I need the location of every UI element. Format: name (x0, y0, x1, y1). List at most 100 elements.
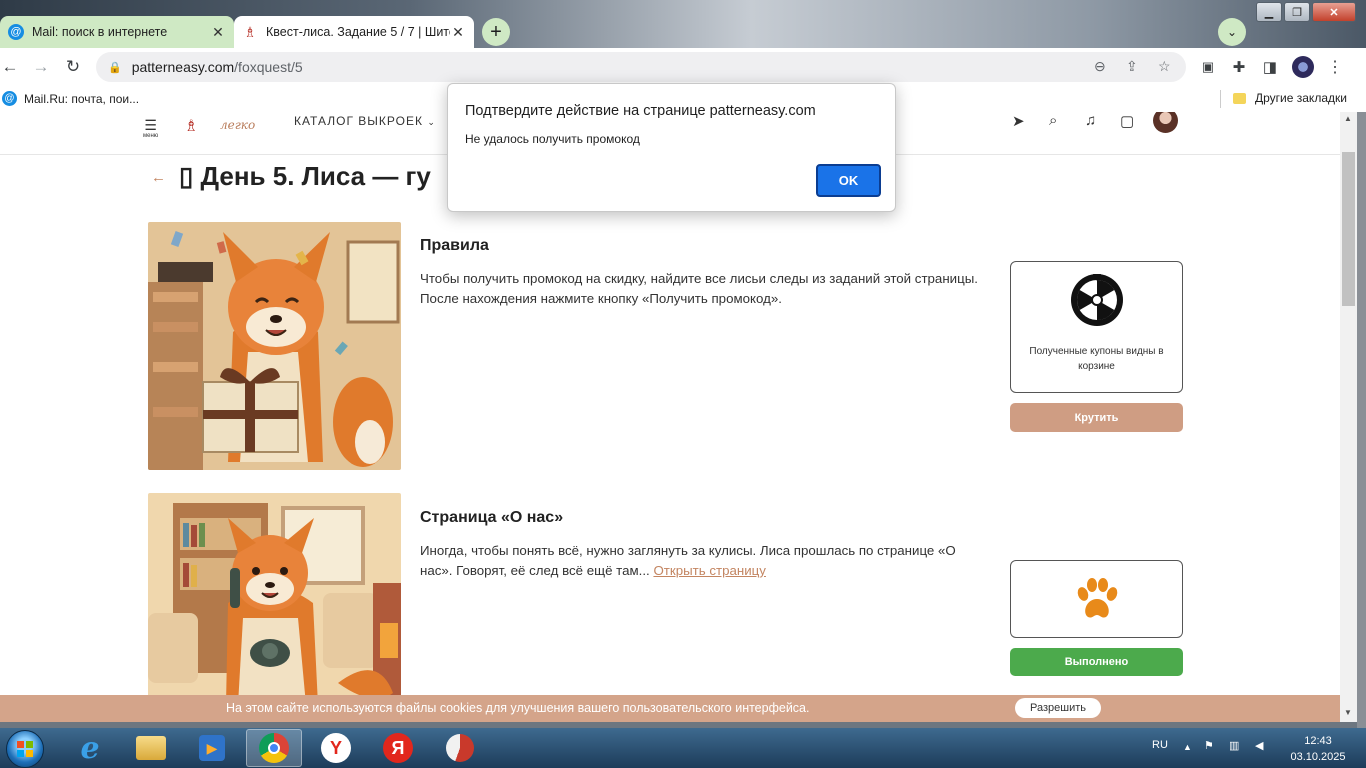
address-bar[interactable]: 🔒 patterneasy.com/foxquest/5 ⊖ ⇪ ☆ (96, 52, 1186, 82)
scroll-down-arrow-icon[interactable]: ▼ (1344, 708, 1352, 717)
internet-explorer-icon: e (80, 730, 100, 766)
cart-icon[interactable]: ▢ (1120, 112, 1134, 130)
at-icon: @ (8, 24, 24, 40)
bookmark-label: Mail.Ru: почта, пои... (24, 91, 140, 106)
url-host: patterneasy.com (131, 59, 235, 75)
bookmark-other[interactable]: Другие закладки (1233, 91, 1347, 105)
zoom-icon[interactable]: ⊖ (1094, 58, 1106, 75)
catalog-label: КАТАЛОГ ВЫКРОЕК (294, 114, 423, 128)
tab-title: Mail: поиск в интернете (32, 25, 168, 39)
clock[interactable]: 12:43 03.10.2025 (1283, 733, 1353, 765)
open-page-link[interactable]: Открыть страницу (653, 563, 765, 578)
yandex-browser-icon: Y (321, 733, 351, 763)
reward-caption: Полученные купоны видны в корзине (1029, 346, 1164, 372)
tab-close-icon[interactable]: ✕ (210, 24, 226, 41)
bookmark-label: Другие закладки (1255, 91, 1347, 105)
tab-search-button[interactable]: ⌄ (1218, 18, 1246, 46)
scroll-up-arrow-icon[interactable]: ▲ (1344, 114, 1352, 123)
media-player-icon: ▶ (199, 735, 225, 761)
confirm-dialog: Подтвердите действие на странице pattern… (447, 83, 896, 212)
page-scrollbar[interactable]: ▲ ▼ (1340, 112, 1357, 722)
network-icon[interactable]: ▥ (1229, 739, 1239, 752)
task-title: Правила (420, 237, 489, 254)
tab-foxquest[interactable]: ♗ Квест-лиса. Задание 5 / 7 | Шито ✕ (234, 16, 474, 48)
logo-dress-icon[interactable]: ♗ (184, 116, 198, 136)
volume-icon[interactable]: ◀ (1255, 739, 1263, 752)
taskbar-yandex-browser[interactable]: Y (308, 729, 364, 767)
bookmarks-divider (1220, 90, 1221, 108)
task-description: Чтобы получить промокод на скидку, найди… (420, 271, 978, 306)
telegram-icon[interactable]: ➤ (1012, 112, 1025, 130)
browser-toolbar: ← → ↻ 🔒 patterneasy.com/foxquest/5 ⊖ ⇪ ☆… (0, 48, 1366, 86)
fox-phone-svg (148, 493, 401, 705)
tray-expand-icon[interactable]: ▲ (1183, 742, 1192, 752)
completed-button[interactable]: Выполнено (1010, 648, 1183, 676)
bookmark-mailru[interactable]: @ Mail.Ru: почта, пои... (2, 91, 139, 106)
minimize-button[interactable]: ▁ (1256, 2, 1282, 22)
search-icon[interactable]: ⌕ (1049, 112, 1057, 129)
forward-button[interactable]: → (27, 53, 55, 81)
fortune-wheel-icon (1071, 274, 1123, 326)
close-window-button[interactable]: ✕ (1312, 2, 1356, 22)
menu-button[interactable]: ☰ меню (143, 118, 158, 141)
flag-icon[interactable]: ⚑ (1204, 739, 1214, 752)
chevron-down-icon: ⌄ (427, 117, 436, 127)
tab-close-icon[interactable]: ✕ (450, 24, 466, 41)
translate-icon[interactable]: ▣ (1194, 53, 1222, 81)
clock-date: 03.10.2025 (1290, 751, 1346, 763)
folder-icon (136, 736, 166, 760)
catalog-menu[interactable]: КАТАЛОГ ВЫКРОЕК ⌄ (294, 114, 436, 128)
taskbar-media[interactable]: ▶ (184, 729, 240, 767)
clock-time: 12:43 (1304, 735, 1332, 747)
taskbar-ie[interactable]: e (62, 729, 118, 767)
dialog-message: Не удалось получить промокод (465, 132, 640, 146)
logo-text[interactable]: легко (220, 118, 255, 132)
task-description: Иногда, чтобы понять всё, нужно заглянут… (420, 541, 990, 581)
browser-titlebar: ▁ ❐ ✕ @ Mail: поиск в интернете ✕ ♗ Квес… (0, 0, 1366, 48)
tab-mail[interactable]: @ Mail: поиск в интернете ✕ (0, 16, 234, 48)
yandex-icon: Я (383, 733, 413, 763)
dialog-ok-button[interactable]: OK (816, 164, 881, 197)
tab-title: Квест-лиса. Задание 5 / 7 | Шито (266, 25, 450, 39)
cookie-allow-button[interactable]: Разрешить (1015, 698, 1101, 718)
task-title: Страница «О нас» (420, 509, 564, 526)
maximize-button[interactable]: ❐ (1284, 2, 1310, 22)
back-arrow-icon[interactable]: ← (151, 169, 166, 186)
cookie-text: На этом сайте используются файлы cookies… (226, 701, 810, 715)
scrollbar-thumb[interactable] (1342, 152, 1355, 306)
folder-icon (1233, 92, 1246, 104)
desktop-edge (1357, 112, 1366, 728)
share-icon[interactable]: ⇪ (1126, 58, 1138, 75)
ccleaner-icon (446, 734, 474, 762)
fox-gift-svg (148, 222, 401, 470)
sidepanel-icon[interactable]: ◨ (1256, 53, 1284, 81)
taskbar-ccleaner[interactable] (432, 729, 488, 767)
more-menu-icon[interactable]: ⋮ (1321, 53, 1349, 81)
cookie-banner: На этом сайте используются файлы cookies… (0, 695, 1340, 722)
taskbar-explorer[interactable] (123, 729, 179, 767)
user-avatar[interactable] (1153, 112, 1178, 133)
paw-icon (1077, 578, 1118, 618)
back-button[interactable]: ← (0, 53, 24, 81)
bell-icon[interactable]: ♫ (1085, 112, 1096, 129)
taskbar-chrome[interactable] (246, 729, 302, 767)
profile-avatar[interactable] (1289, 53, 1317, 81)
spin-button[interactable]: Крутить (1010, 403, 1183, 432)
reward-wheel-card: Полученные купоны видны в корзине (1010, 261, 1183, 393)
new-tab-button[interactable]: + (482, 18, 510, 46)
url-path: /foxquest/5 (234, 59, 303, 75)
at-icon: @ (2, 91, 17, 106)
taskbar-yandex[interactable]: Я (370, 729, 426, 767)
extensions-icon[interactable]: ✚ (1225, 53, 1253, 81)
windows-taskbar: e ▶ Y Я RU ▲ ⚑ ▥ ◀ 12:43 03.10.2025 (0, 728, 1366, 768)
windows-logo-icon (17, 741, 33, 757)
page-title: ▯ День 5. Лиса — гу (179, 161, 431, 191)
start-button[interactable] (6, 730, 44, 768)
bookmark-star-icon[interactable]: ☆ (1158, 58, 1171, 75)
paw-found-card (1010, 560, 1183, 638)
fox-gift-illustration (148, 222, 401, 470)
language-indicator[interactable]: RU (1152, 739, 1168, 751)
fox-phone-illustration (148, 493, 401, 705)
reload-button[interactable]: ↻ (59, 53, 87, 81)
lock-icon: 🔒 (108, 61, 122, 74)
